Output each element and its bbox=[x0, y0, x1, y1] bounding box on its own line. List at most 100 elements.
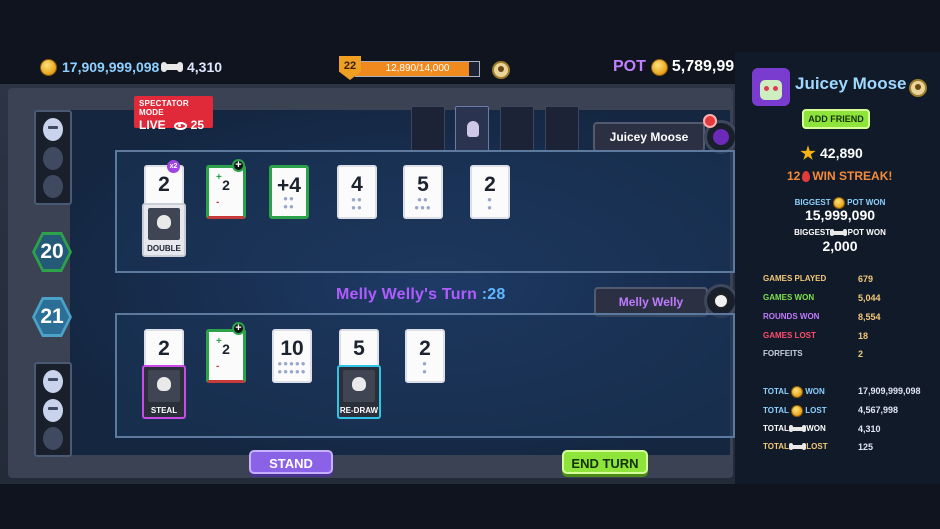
xp-progress-text: 12,890/14,000 bbox=[385, 63, 450, 74]
card-value: 10 bbox=[280, 337, 304, 360]
total-label: TOTAL WON bbox=[763, 386, 825, 398]
stat-label: GAMES WON bbox=[763, 293, 815, 302]
stand-button[interactable]: STAND bbox=[249, 450, 333, 474]
total-label-b: WON bbox=[805, 387, 825, 397]
bone-icon bbox=[161, 62, 183, 73]
total-value: 4,310 bbox=[858, 424, 881, 434]
opponent-score-value: 20 bbox=[40, 240, 64, 263]
flame-icon bbox=[802, 171, 811, 183]
profile-rating-value: 42,890 bbox=[820, 145, 863, 162]
biggest-coin-pot-value: 15,999,090 bbox=[804, 207, 876, 223]
skull-icon bbox=[352, 377, 366, 391]
skull-icon bbox=[157, 377, 171, 391]
xp-progress-bar: 12,890/14,000 bbox=[355, 61, 480, 77]
stat-value: 8,554 bbox=[858, 312, 881, 322]
player-name: Melly Welly bbox=[618, 295, 684, 309]
pot-won-label: POT WON bbox=[847, 198, 886, 208]
card-pips: ●● ●●● bbox=[414, 195, 432, 212]
x2-badge: x2 bbox=[167, 160, 180, 173]
profile-name: Juicey Moose bbox=[795, 74, 907, 93]
win-streak: 12 WIN STREAK! bbox=[787, 169, 892, 183]
badge-icon[interactable] bbox=[492, 61, 510, 79]
win-streak-label: WIN STREAK! bbox=[812, 169, 893, 183]
card-value: 5 bbox=[353, 337, 365, 360]
card-pips: ● ● bbox=[487, 195, 493, 212]
round-empty-slot bbox=[43, 427, 63, 450]
ghost-icon bbox=[467, 121, 479, 137]
player-score-value: 21 bbox=[40, 305, 64, 328]
special-card-art bbox=[148, 370, 180, 402]
round-won-skull-icon bbox=[43, 118, 63, 141]
badge-icon bbox=[909, 79, 927, 97]
biggest-bone-pot-heading: BIGGEST POT WON bbox=[745, 228, 935, 237]
pot-label: POT bbox=[613, 58, 646, 75]
coin-icon bbox=[650, 58, 668, 76]
pot-won-label: POT WON bbox=[847, 228, 886, 237]
special-card-art bbox=[148, 208, 180, 240]
pot-value: 5,789,99 bbox=[671, 58, 735, 75]
stat-label: GAMES PLAYED bbox=[763, 274, 827, 283]
win-streak-count: 12 bbox=[787, 169, 801, 183]
biggest-label: BIGGEST bbox=[794, 228, 831, 237]
end-turn-button[interactable]: END TURN bbox=[562, 450, 648, 474]
fire-icon bbox=[703, 114, 717, 128]
opponent-card: 5 ●● ●●● bbox=[403, 165, 443, 219]
round-won-skull-icon bbox=[43, 370, 63, 393]
player-rounds-tracker bbox=[34, 362, 72, 457]
special-card-label: RE-DRAW bbox=[339, 406, 379, 415]
total-label-a: TOTAL bbox=[763, 442, 789, 451]
special-card-steal: STEAL bbox=[142, 365, 186, 419]
round-won-skull-icon bbox=[43, 399, 63, 422]
stat-value: 5,044 bbox=[858, 293, 881, 303]
card-value: 2 bbox=[419, 337, 431, 360]
viewer-count: 25 bbox=[190, 118, 205, 132]
card-value: 2 bbox=[158, 337, 170, 360]
plus-badge-icon: + bbox=[232, 322, 245, 335]
x2-badge-label: x2 bbox=[169, 163, 178, 170]
turn-timer: :28 bbox=[481, 286, 506, 303]
total-label-b: WON bbox=[806, 424, 826, 433]
opponent-name: Juicey Moose bbox=[609, 130, 689, 144]
deck-slot bbox=[411, 106, 445, 152]
deck-slot bbox=[545, 106, 579, 152]
stat-value: 18 bbox=[858, 331, 869, 341]
stat-label: GAMES LOST bbox=[763, 331, 816, 340]
special-card-label: DOUBLE bbox=[147, 244, 181, 253]
opponent-rounds-tracker bbox=[34, 110, 72, 205]
total-label-a: TOTAL bbox=[763, 406, 789, 416]
bone-icon bbox=[789, 443, 807, 451]
card-value: 5 bbox=[417, 173, 429, 196]
card-value: 4 bbox=[351, 173, 363, 196]
card-pips: ● ● bbox=[422, 359, 428, 376]
round-empty-slot bbox=[43, 175, 63, 198]
stat-value: 2 bbox=[858, 349, 864, 359]
stat-value: 679 bbox=[858, 274, 874, 284]
pot-display: POT 5,789,99 bbox=[613, 58, 734, 76]
total-label: TOTAL LOST bbox=[763, 442, 828, 451]
profile-avatar bbox=[752, 68, 790, 106]
level-value: 22 bbox=[343, 60, 357, 72]
deck-slot bbox=[500, 106, 534, 152]
biggest-bone-pot-value: 2,000 bbox=[822, 238, 858, 254]
plus-badge-icon: + bbox=[232, 159, 245, 172]
bone-icon bbox=[789, 425, 807, 433]
card-pips: ●● ●● bbox=[283, 194, 295, 211]
spectator-mode-label: SPECTATOR MODE bbox=[139, 99, 189, 117]
profile-rating: 42,890 bbox=[800, 144, 863, 161]
opponent-card-plus-minus: + 2 - bbox=[206, 165, 246, 219]
coin-icon bbox=[40, 58, 57, 76]
card-value: 2 bbox=[222, 341, 230, 357]
total-label-a: TOTAL bbox=[763, 387, 789, 397]
add-friend-button[interactable]: ADD FRIEND bbox=[802, 109, 870, 129]
skull-icon bbox=[157, 215, 171, 229]
card-value: 2 bbox=[158, 173, 170, 196]
player-avatar-icon bbox=[713, 293, 729, 309]
card-value: 2 bbox=[484, 173, 496, 196]
opponent-avatar-icon bbox=[713, 129, 729, 145]
opponent-card: 2 ● ● bbox=[470, 165, 510, 219]
round-empty-slot bbox=[43, 147, 63, 170]
bone-balance: 4,310 bbox=[161, 58, 222, 75]
special-card-redraw: RE-DRAW bbox=[337, 365, 381, 419]
turn-text: Melly Welly's Turn bbox=[336, 286, 478, 303]
total-value: 17,909,999,098 bbox=[858, 386, 921, 396]
